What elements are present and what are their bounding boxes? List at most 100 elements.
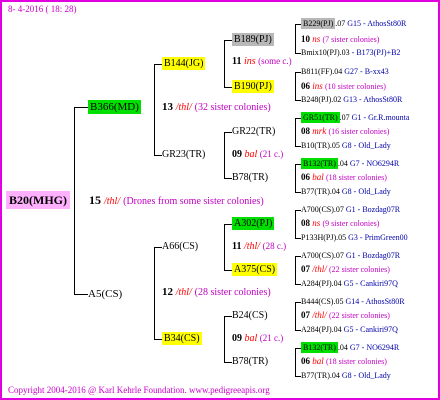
- g5-year: .03: [339, 48, 350, 57]
- connector: [295, 72, 296, 100]
- g5-name: B10(TR): [301, 141, 330, 150]
- connector: [224, 362, 232, 363]
- g4-num: 06: [301, 172, 310, 182]
- g5-year: .07: [333, 205, 344, 214]
- g5-source: G15 - AthosSt80R: [347, 19, 407, 28]
- g3-node: A66(CS): [162, 242, 198, 252]
- g5-year: .04: [329, 371, 340, 380]
- g4-num: 06: [301, 81, 310, 91]
- g5-name: B77(TR): [301, 187, 330, 196]
- g5-name: A700(CS): [301, 205, 334, 214]
- g2-bot-name: A5(CS): [88, 288, 123, 300]
- g5-name: B811(FF): [301, 67, 333, 76]
- connector: [154, 247, 155, 339]
- g3-info: 09 bal (21 c.): [232, 150, 283, 160]
- g5-source: G27 - B-xx43: [344, 67, 389, 76]
- g4-name: B24(CS): [232, 310, 268, 321]
- g4-sym: bal: [312, 172, 324, 182]
- g4-node: A302(PJ): [232, 217, 275, 230]
- g4-sym: /thl/: [312, 310, 327, 320]
- g5-entry: B10(TR).05 G8 - Old_Lady: [301, 142, 391, 150]
- g4-node: A375(CS): [232, 263, 278, 276]
- g3-sym: ins: [243, 56, 256, 67]
- g4-info: 07 /thl/ (22 sister colonies): [301, 265, 390, 274]
- g4-sym: ins: [312, 81, 323, 91]
- g4-note: (7 sister colonies): [322, 35, 380, 44]
- connector: [295, 302, 296, 330]
- g4-info: 10 ns (7 sister colonies): [301, 35, 379, 44]
- g4-note: (18 sister colonies): [326, 173, 387, 182]
- connector: [224, 87, 232, 88]
- g5-source: G1 - Bozdag07R: [345, 251, 401, 260]
- connector: [224, 132, 225, 178]
- connector: [74, 294, 88, 295]
- g4-note: (22 sister colonies): [329, 311, 390, 320]
- g5-source: G8 - Old_Lady: [341, 371, 391, 380]
- g4-node: B190(PJ): [232, 80, 274, 93]
- g5-name: A284(PJ): [301, 325, 332, 334]
- connector: [224, 270, 232, 271]
- connector: [224, 40, 225, 87]
- g4-name: GR22(TR): [232, 126, 276, 137]
- g4-name: B190(PJ): [232, 80, 274, 93]
- footer-copyright: Copyright 2004-2016 @ Karl Kehrle Founda…: [8, 385, 270, 395]
- g3-note: (21 c.): [259, 149, 284, 159]
- g4-node: B189(PJ): [232, 33, 274, 46]
- pedigree-frame: 8- 4-2016 ( 18: 28) B20(MHG) 15 /thl/ (D…: [0, 0, 440, 400]
- g5-year: .05: [336, 233, 347, 242]
- g5-source: G8 - Old_Lady: [341, 141, 391, 150]
- g3-num: 09: [232, 333, 242, 344]
- connector: [224, 316, 232, 317]
- g5-entry: B248(PJ).02 G13 - AthosSt80R: [301, 96, 402, 104]
- g5-entry: A284(PJ).04 G5 - Cankiri97Q: [301, 326, 398, 334]
- g5-year: .07: [333, 251, 344, 260]
- g3-node: B34(CS): [162, 332, 202, 345]
- root-name: B20(MHG): [6, 191, 70, 209]
- g4-sym: mrk: [312, 126, 327, 136]
- g5-source: G5 - Cankiri97Q: [343, 279, 398, 288]
- g5-name: A700(CS): [301, 251, 334, 260]
- g5-entry: B132(TR) .04 G7 - NO6294R: [301, 158, 399, 169]
- g4-info: 06 bal (18 sister colonies): [301, 357, 387, 366]
- g5-source: G1 - Gr.R.mounta: [351, 113, 410, 122]
- g5-year: .07: [339, 113, 350, 122]
- g3-num: 11: [232, 56, 242, 67]
- g4-sym: ns: [312, 34, 321, 44]
- g5-entry: A284(PJ).04 G5 - Cankiri97Q: [301, 280, 398, 288]
- root-num: 15: [89, 193, 101, 207]
- connector: [224, 132, 232, 133]
- connector: [154, 64, 155, 155]
- g5-entry: P133H(PJ).05 G3 - PrimGreen00: [301, 234, 408, 242]
- connector: [224, 178, 232, 179]
- header-date: 8- 4-2016 ( 18: 28): [8, 4, 77, 14]
- g4-note: (9 sister colonies): [322, 219, 380, 228]
- root-note: (Drones from some sister colonies): [123, 196, 264, 207]
- connector: [295, 24, 296, 53]
- g5-name: B229(PJ): [301, 18, 336, 29]
- g5-year: .05: [329, 141, 340, 150]
- g3-name: B34(CS): [162, 332, 202, 345]
- g5-year: .02: [331, 95, 342, 104]
- g4-name: B189(PJ): [232, 33, 274, 46]
- connector: [224, 40, 232, 41]
- g2-top-num: 13: [162, 101, 173, 113]
- g4-num: 08: [301, 218, 310, 228]
- g2-bot-note: (28 sister colonies): [194, 287, 271, 298]
- g5-entry: A700(CS).07 G1 - Bozdag07R: [301, 206, 400, 214]
- g4-name: A302(PJ): [232, 217, 275, 230]
- g2-top-node: B366(MD): [88, 100, 141, 114]
- g4-node: B78(TR): [232, 357, 268, 367]
- g2-bot-info: 12 /thl/ (28 sister colonies): [162, 287, 271, 298]
- g5-name: A284(PJ): [301, 279, 332, 288]
- g3-name: A66(CS): [162, 241, 199, 252]
- g2-top-name: B366(MD): [88, 100, 141, 114]
- connector: [154, 155, 162, 156]
- g4-note: (16 sister colonies): [328, 127, 390, 136]
- g2-top-sym: /thl/: [175, 102, 192, 113]
- g2-bot-sym: /thl/: [175, 287, 192, 298]
- g3-note: (21 c.): [259, 333, 284, 343]
- g4-sym: bal: [312, 356, 324, 366]
- root-info: 15 /thl/ (Drones from some sister coloni…: [89, 194, 264, 207]
- g2-top-info: 13 /thl/ (32 sister colonies): [162, 102, 271, 113]
- g5-source: G8 - Old_Lady: [341, 187, 391, 196]
